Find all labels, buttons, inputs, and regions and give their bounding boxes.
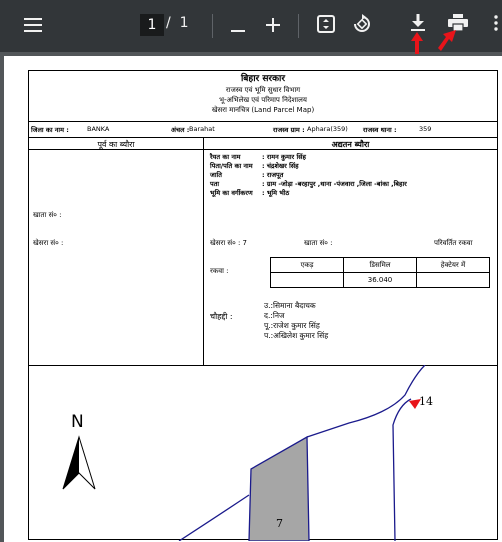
pdf-toolbar: 1 / 1 [0,0,502,54]
thana-value: 359 [419,125,432,133]
page-count: / 1 [166,15,189,31]
circle-value: Barahat [189,125,215,133]
khata-number: खाता सं० : [304,239,333,247]
area-value-acre [270,272,344,288]
chauhaddi-label: चौहद्दी : [210,312,233,321]
plus-icon [266,17,280,36]
detail-value: : रामन कुमार सिंह [262,153,306,161]
previous-details-section: पूर्व का ब्यौरा खाता सं० : खेसरा सं० : [29,137,204,366]
detail-value: : राजपूत [262,171,284,179]
page-number-input[interactable]: 1 [140,14,164,36]
more-actions-button[interactable] [490,12,502,38]
village-label: राजस्व ग्राम : [273,126,305,134]
toolbar-divider [298,14,299,38]
govt-title: बिहार सरकार [240,74,286,84]
detail-value: : भूमि भीठ [262,189,290,197]
map-title: खेसरा मानचित्र (Land Parcel Map) [211,106,315,114]
detail-label: पिता/पति का नाम [210,162,253,170]
fit-page-icon [317,15,335,37]
zoom-in-button[interactable] [262,14,284,38]
district-value: BANKA [87,125,110,133]
table-row: 36.040 [270,272,490,288]
circle-label: अंचल : [171,126,190,134]
district-label: जिला का नाम : [31,126,69,134]
rotate-icon [352,14,372,38]
area-value-decimal: 36.040 [343,272,417,288]
prev-khesra-label: खेसरा सं० : [33,239,64,247]
detail-value: : ग्राम -जोड़ा -बरहापुर ,थाना -पंजवारा ,… [262,180,407,188]
boundary-line [178,494,250,541]
area-header-hectare: हेक्टेयर में [416,257,490,273]
detail-label: जाति [210,171,222,179]
boundary-west: प.:अखिलेश कुमार सिंह [264,331,329,340]
khesra-number: खेसरा सं० : 7 [210,239,247,247]
area-header-acre: एकड़ [270,257,344,273]
updated-details-section: अद्यतन ब्यौरा रैयत का नाम : रामन कुमार स… [204,137,497,366]
minus-icon [231,17,245,36]
boundary-east: पू.:राजेश कुमार सिंह [264,321,320,330]
info-row: जिला का नाम : BANKA अंचल : Barahat राजस्… [29,121,497,138]
land-parcel-document: बिहार सरकार राजस्व एवं भूमि सुधार विभाग … [28,70,498,541]
boundary-south: द.:निज [264,311,285,320]
toolbar-divider [212,14,213,38]
area-header-decimal: डिसमिल [343,257,417,273]
changed-area-label: परिवर्तित रकवा [434,239,473,247]
page-separator: / [166,15,171,31]
rakwa-label: रकवा : [210,267,229,275]
page-total: 1 [179,15,189,31]
rotate-button[interactable] [350,14,374,38]
directorate-name: भू-अभिलेख एवं परिमाप निदेशालय [219,96,307,104]
red-arrow-annotation [438,30,456,51]
boundary-north: उ.:सिमाना बैदाचक [264,301,316,310]
detail-label: भूमि का वर्गीकरण [210,189,253,197]
plot-label-14: 14 [419,395,433,408]
table-row: एकड़ डिसमिल हेक्टेयर में [270,257,490,273]
menu-icon[interactable] [22,14,44,36]
prev-khata-label: खाता सं० : [33,211,62,219]
fit-page-button[interactable] [315,14,337,38]
zoom-out-button[interactable] [228,14,248,38]
document-header: बिहार सरकार राजस्व एवं भूमि सुधार विभाग … [29,71,497,122]
detail-label: पता [210,180,220,188]
area-table: एकड़ डिसमिल हेक्टेयर में 36.040 [270,257,490,288]
thana-label: राजस्व थाना : [363,126,397,134]
more-icon [494,15,498,35]
area-value-hectare [416,272,490,288]
divider [29,149,203,150]
pdf-page: बिहार सरकार राजस्व एवं भूमि सुधार विभाग … [4,56,502,542]
divider [204,149,497,150]
plot-label-7: 7 [276,517,283,530]
north-label: N [71,412,84,432]
department-name: राजस्व एवं भूमि सुधार विभाग [225,86,301,94]
detail-value: : चंद्रशेखर सिंह [262,162,299,170]
parcel-map: 14 7 N [62,365,433,541]
village-value: Aphara(359) [307,125,348,133]
detail-label: रैयत का नाम [210,153,241,161]
boundary-line [392,398,412,541]
red-arrow-annotation [411,32,423,54]
